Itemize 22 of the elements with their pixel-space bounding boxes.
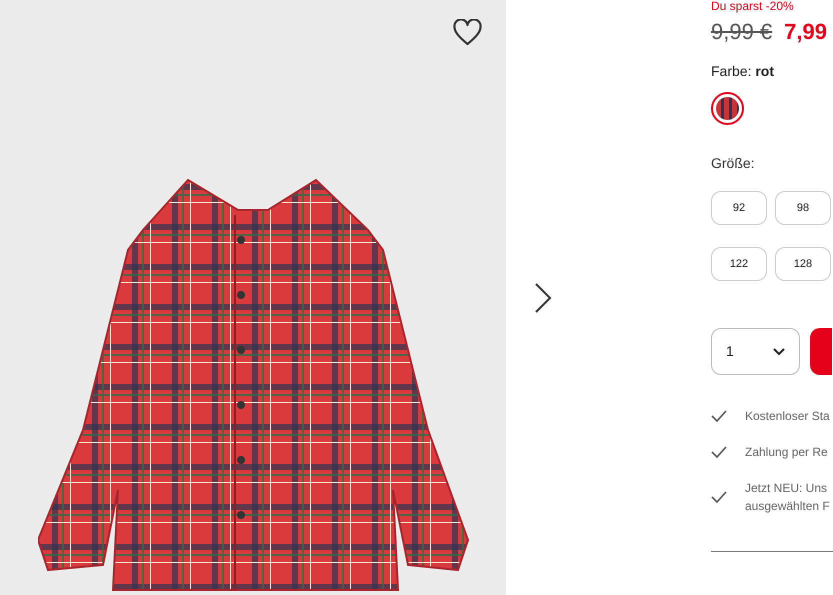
- checkmark-icon: [711, 446, 727, 458]
- old-price: 9,99 €: [711, 21, 772, 43]
- size-option[interactable]: 92: [711, 191, 767, 225]
- add-to-cart-button[interactable]: [810, 328, 832, 375]
- heart-icon[interactable]: [453, 19, 482, 46]
- size-option[interactable]: 98: [775, 191, 831, 225]
- next-chevron-icon[interactable]: [534, 282, 552, 314]
- quantity-select[interactable]: 1: [711, 328, 800, 375]
- chevron-down-icon: [773, 348, 785, 356]
- size-label: Größe:: [711, 154, 756, 173]
- size-option[interactable]: 122: [711, 247, 767, 281]
- benefit-text: ausgewählten F: [745, 498, 830, 515]
- size-option[interactable]: 128: [775, 247, 831, 281]
- color-label: Farbe: rot: [711, 62, 776, 81]
- benefit-text: Zahlung per Re: [745, 444, 828, 461]
- discount-note: Du sparst -20%: [711, 0, 795, 12]
- checkmark-icon: [711, 410, 727, 422]
- benefit-text: Jetzt NEU: Uns: [745, 480, 828, 497]
- sale-price: 7,99: [784, 21, 827, 43]
- plaid-color-swatch[interactable]: [711, 92, 744, 125]
- benefit-text: Kostenloser Sta: [745, 408, 830, 425]
- checkmark-icon: [711, 491, 727, 503]
